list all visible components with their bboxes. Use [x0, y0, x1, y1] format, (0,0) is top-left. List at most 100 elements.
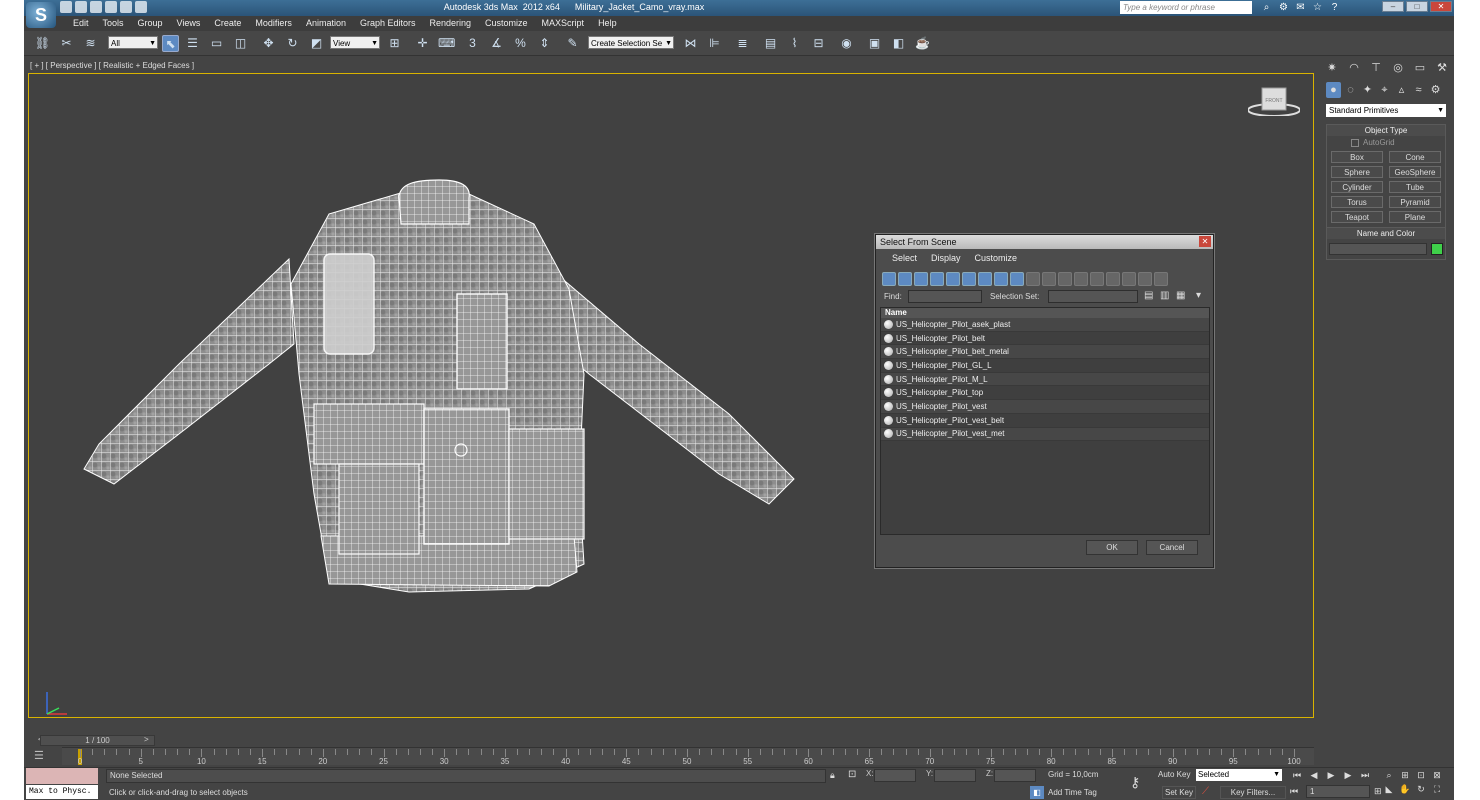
display-tab-icon[interactable]: ▭: [1412, 60, 1428, 76]
menu-create[interactable]: Create: [207, 16, 248, 31]
zoom-all-icon[interactable]: ⊞: [1398, 769, 1412, 781]
select-by-name-icon[interactable]: ☰: [184, 35, 201, 52]
mini-curve-editor-icon[interactable]: ☰: [34, 749, 44, 762]
list-item[interactable]: US_Helicopter_Pilot_belt: [881, 332, 1209, 346]
expand-chevron-icon[interactable]: ▾: [1196, 290, 1208, 302]
systems-icon[interactable]: ⚙: [1428, 82, 1443, 98]
list-item[interactable]: US_Helicopter_Pilot_top: [881, 386, 1209, 401]
select-invert-icon[interactable]: [1106, 272, 1120, 286]
reference-coordinate-dropdown[interactable]: View: [330, 36, 380, 50]
maxscript-listener-mini[interactable]: [26, 768, 98, 784]
set-key-button[interactable]: Set Key: [1162, 786, 1196, 799]
dialog-close-icon[interactable]: ✕: [1199, 236, 1211, 247]
minimize-button[interactable]: –: [1382, 1, 1404, 12]
menu-edit[interactable]: Edit: [66, 16, 96, 31]
object-color-swatch[interactable]: [1431, 243, 1443, 255]
viewport-label[interactable]: [ + ] [ Perspective ] [ Realistic + Edge…: [30, 61, 194, 70]
go-to-start-icon[interactable]: ⏮: [1290, 769, 1304, 781]
sync-selection-icon[interactable]: [1122, 272, 1136, 286]
close-button[interactable]: ✕: [1430, 1, 1452, 12]
cancel-button[interactable]: Cancel: [1146, 540, 1198, 555]
maxscript-input[interactable]: Max to Physc.: [26, 785, 98, 799]
unlink-icon[interactable]: ✂: [58, 35, 75, 52]
sphere-button[interactable]: Sphere: [1331, 166, 1383, 178]
snap-toggle-icon[interactable]: 3: [464, 35, 481, 52]
list-item[interactable]: US_Helicopter_Pilot_asek_plast: [881, 318, 1209, 332]
select-object-icon[interactable]: ⬉: [162, 35, 179, 52]
xrefs-filter-icon[interactable]: [994, 272, 1008, 286]
set-key-icon[interactable]: ⚷: [1130, 774, 1140, 791]
percent-snap-icon[interactable]: %: [512, 35, 529, 52]
curve-editor-icon[interactable]: ⌇: [786, 35, 803, 52]
dialog-menu-select[interactable]: Select: [892, 253, 917, 267]
align-icon[interactable]: ⊫: [706, 35, 723, 52]
box-button[interactable]: Box: [1331, 151, 1383, 163]
spinner-snap-icon[interactable]: ⇕: [536, 35, 553, 52]
lights-icon[interactable]: ✦: [1360, 82, 1375, 98]
motion-tab-icon[interactable]: ◎: [1390, 60, 1406, 76]
space-warps-filter-icon[interactable]: [962, 272, 976, 286]
list-item[interactable]: US_Helicopter_Pilot_vest_belt: [881, 414, 1209, 428]
edit-named-selection-icon[interactable]: ✎: [564, 35, 581, 52]
dialog-menu-display[interactable]: Display: [931, 253, 961, 267]
y-coordinate-field[interactable]: [934, 769, 976, 782]
communication-icon[interactable]: ✉: [1294, 1, 1307, 14]
mirror-icon[interactable]: ⋈: [682, 35, 699, 52]
name-color-title[interactable]: Name and Color: [1327, 228, 1445, 239]
object-name-input[interactable]: [1329, 243, 1427, 255]
geometry-icon[interactable]: ●: [1326, 82, 1341, 98]
menu-customize[interactable]: Customize: [478, 16, 535, 31]
ok-button[interactable]: OK: [1086, 540, 1138, 555]
move-icon[interactable]: ✥: [260, 35, 277, 52]
create-tab-icon[interactable]: ✷: [1324, 60, 1340, 76]
select-manipulate-icon[interactable]: ✛: [414, 35, 431, 52]
tube-button[interactable]: Tube: [1389, 181, 1441, 193]
filter-options-icon[interactable]: [1154, 272, 1168, 286]
list-item[interactable]: US_Helicopter_Pilot_GL_L: [881, 359, 1209, 373]
zoom-icon[interactable]: ⌕: [1382, 769, 1396, 781]
display-dependents-icon[interactable]: [1058, 272, 1072, 286]
menu-maxscript[interactable]: MAXScript: [535, 16, 592, 31]
selection-filter-dropdown[interactable]: All: [108, 36, 158, 50]
orbit-icon[interactable]: ↻: [1414, 783, 1428, 795]
angle-snap-icon[interactable]: ∡: [488, 35, 505, 52]
select-all-icon[interactable]: [1074, 272, 1088, 286]
filter-funnel-icon[interactable]: [1138, 272, 1152, 286]
add-time-tag[interactable]: Add Time Tag: [1048, 788, 1097, 797]
scale-icon[interactable]: ◩: [308, 35, 325, 52]
key-mode-toggle-icon[interactable]: ⏮: [1290, 786, 1298, 797]
pivot-center-icon[interactable]: ⊞: [386, 35, 403, 52]
viewcube-icon[interactable]: FRONT: [1248, 84, 1300, 116]
lock-selection-icon[interactable]: 🔒︎: [830, 770, 835, 781]
z-coordinate-field[interactable]: [994, 769, 1036, 782]
next-frame-icon[interactable]: ▶︎: [1341, 769, 1355, 781]
modify-tab-icon[interactable]: ◠: [1346, 60, 1362, 76]
go-to-end-icon[interactable]: ⏭: [1358, 769, 1372, 781]
app-logo-icon[interactable]: S: [26, 2, 56, 28]
maximize-button[interactable]: □: [1406, 1, 1428, 12]
menu-views[interactable]: Views: [170, 16, 208, 31]
display-influences-icon[interactable]: [1042, 272, 1056, 286]
track-bar[interactable]: 0 5 10 15 20 25 30 35 40 45 50 55 60 65 70 75 80 85 90 95 10…: [62, 747, 1314, 766]
list-item[interactable]: US_Helicopter_Pilot_belt_metal: [881, 345, 1209, 360]
subscription-icon[interactable]: ⚙: [1277, 1, 1290, 14]
rotate-icon[interactable]: ↻: [284, 35, 301, 52]
object-type-title[interactable]: Object Type: [1327, 125, 1445, 136]
space-warps-icon[interactable]: ≈: [1411, 82, 1426, 98]
shapes-icon[interactable]: ◌: [1343, 82, 1358, 98]
cone-button[interactable]: Cone: [1389, 151, 1441, 163]
find-input[interactable]: [908, 290, 982, 303]
maximize-viewport-icon[interactable]: ⛶: [1430, 783, 1444, 795]
pan-icon[interactable]: ✋: [1398, 783, 1412, 795]
menu-rendering[interactable]: Rendering: [423, 16, 479, 31]
search-input[interactable]: Type a keyword or phrase: [1120, 1, 1252, 14]
list-item[interactable]: US_Helicopter_Pilot_M_L: [881, 372, 1209, 387]
schematic-view-icon[interactable]: ⊟: [810, 35, 827, 52]
category-dropdown[interactable]: Standard Primitives: [1326, 104, 1446, 117]
selection-set-dropdown[interactable]: [1048, 290, 1138, 303]
material-editor-icon[interactable]: ◉: [838, 35, 855, 52]
current-frame-field[interactable]: 1: [1306, 785, 1370, 798]
rendered-frame-icon[interactable]: ◧: [890, 35, 907, 52]
bones-filter-icon[interactable]: [1010, 272, 1024, 286]
autogrid-checkbox[interactable]: AutoGrid: [1351, 138, 1445, 147]
